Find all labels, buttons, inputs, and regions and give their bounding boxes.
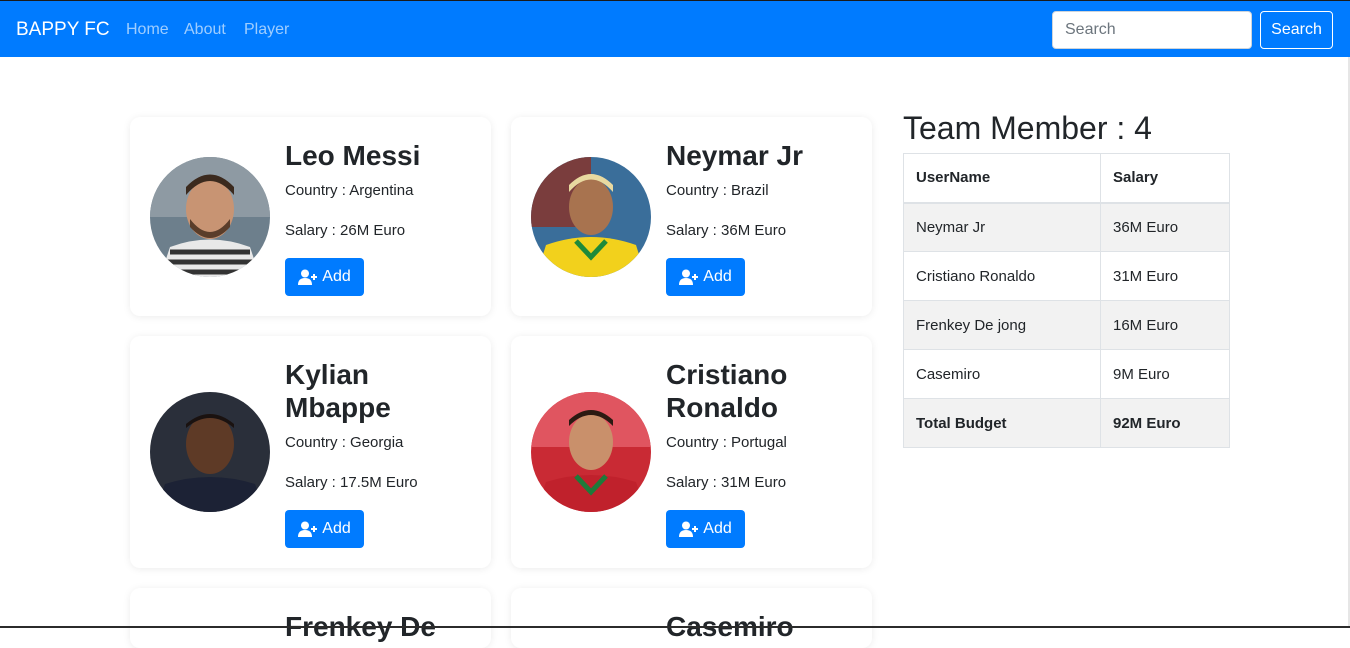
search-button[interactable]: Search: [1260, 11, 1333, 49]
player-country: Country : Portugal: [666, 434, 787, 451]
total-budget-value: 92M Euro: [1100, 398, 1230, 448]
player-name: Neymar Jr: [666, 140, 803, 171]
column-header-username: UserName: [903, 153, 1101, 204]
user-plus-icon: [298, 521, 318, 537]
brand-logo[interactable]: BAPPY FC: [16, 19, 110, 41]
player-card: Cristiano Ronaldo Country : Portugal Sal…: [511, 336, 872, 568]
add-button[interactable]: Add: [285, 258, 364, 296]
team-member-title: Team Member : 4: [903, 110, 1152, 146]
player-salary: Salary : 36M Euro: [666, 222, 787, 239]
cell-salary: 31M Euro: [1100, 251, 1230, 301]
navbar: BAPPY FC Home About Player Search: [0, 0, 1350, 57]
player-card: Frenkey De: [130, 588, 491, 648]
cell-salary: 9M Euro: [1100, 349, 1230, 399]
player-country: Country : Argentina: [285, 182, 414, 199]
player-name: Leo Messi: [285, 140, 421, 171]
player-photo: [150, 157, 270, 277]
add-button[interactable]: Add: [666, 258, 745, 296]
player-salary: Salary : 17.5M Euro: [285, 474, 418, 491]
add-button[interactable]: Add: [666, 510, 745, 548]
column-header-salary: Salary: [1100, 153, 1230, 204]
player-country: Country : Brazil: [666, 182, 769, 199]
table-row: Casemiro 9M Euro: [903, 349, 1230, 399]
add-button-label: Add: [703, 268, 732, 285]
user-plus-icon: [679, 521, 699, 537]
search-input[interactable]: [1052, 11, 1252, 49]
player-card: Neymar Jr Country : Brazil Salary : 36M …: [511, 117, 872, 316]
cell-salary: 36M Euro: [1100, 202, 1230, 252]
player-name: Cristiano Ronaldo: [666, 359, 788, 423]
user-plus-icon: [298, 269, 318, 285]
player-name: Kylian Mbappe: [285, 359, 391, 423]
add-button-label: Add: [703, 520, 732, 537]
add-button[interactable]: Add: [285, 510, 364, 548]
total-budget-row: Total Budget 92M Euro: [903, 398, 1230, 448]
player-card: Casemiro: [511, 588, 872, 648]
add-button-label: Add: [322, 268, 351, 285]
player-photo: [531, 157, 651, 277]
cell-username: Casemiro: [903, 349, 1101, 399]
table-header-row: UserName Salary: [903, 153, 1230, 204]
nav-link-home[interactable]: Home: [126, 21, 169, 39]
cell-username: Frenkey De jong: [903, 300, 1101, 350]
team-table: UserName Salary Neymar Jr 36M Euro Crist…: [903, 153, 1230, 448]
table-row: Neymar Jr 36M Euro: [903, 202, 1230, 252]
cell-username: Cristiano Ronaldo: [903, 251, 1101, 301]
cell-username: Neymar Jr: [903, 202, 1101, 252]
user-plus-icon: [679, 269, 699, 285]
player-photo: [150, 392, 270, 512]
player-card: Leo Messi Country : Argentina Salary : 2…: [130, 117, 491, 316]
total-budget-label: Total Budget: [903, 398, 1101, 448]
add-button-label: Add: [322, 520, 351, 537]
nav-link-player[interactable]: Player: [244, 21, 289, 39]
player-salary: Salary : 31M Euro: [666, 474, 787, 491]
player-card: Kylian Mbappe Country : Georgia Salary :…: [130, 336, 491, 568]
cell-salary: 16M Euro: [1100, 300, 1230, 350]
player-country: Country : Georgia: [285, 434, 404, 451]
player-salary: Salary : 26M Euro: [285, 222, 406, 239]
table-row: Frenkey De jong 16M Euro: [903, 300, 1230, 350]
nav-link-about[interactable]: About: [184, 21, 226, 39]
player-photo: [531, 392, 651, 512]
table-row: Cristiano Ronaldo 31M Euro: [903, 251, 1230, 301]
